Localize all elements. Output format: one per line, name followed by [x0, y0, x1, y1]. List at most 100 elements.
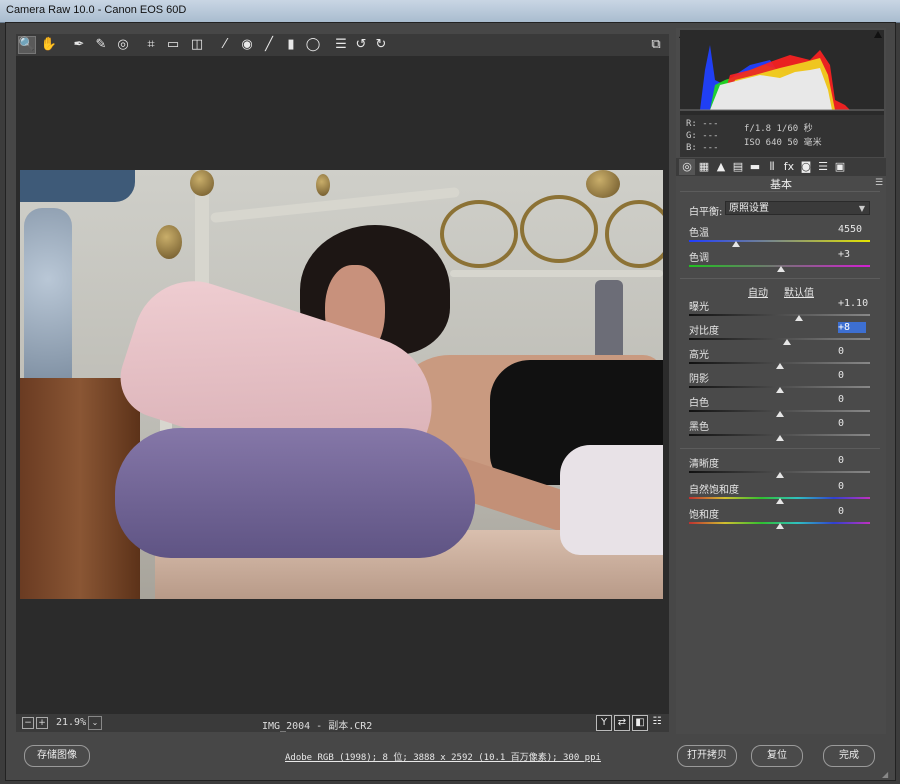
- rotate-right-tool[interactable]: ↻: [372, 36, 390, 54]
- blacks-label: 黑色: [689, 422, 709, 433]
- clarity-value-field[interactable]: 0: [838, 455, 866, 466]
- tab-split-toning[interactable]: ▬: [747, 159, 763, 175]
- saturation-value-field[interactable]: 0: [838, 506, 866, 517]
- photo-brass-knob: [156, 225, 182, 259]
- photo-brass-knob: [586, 170, 620, 198]
- photo-preview[interactable]: [20, 170, 663, 599]
- photo-brass-knob: [316, 174, 330, 196]
- r-readout: R: ---: [686, 119, 719, 129]
- blacks-slider-thumb[interactable]: [775, 435, 784, 441]
- tab-camera-calibration[interactable]: ◙: [798, 159, 814, 175]
- photo-lampshade: [20, 170, 135, 202]
- color-sampler-tool[interactable]: ✎: [92, 36, 110, 54]
- tab-hsl[interactable]: ▤: [730, 159, 746, 175]
- transform-icon: ◫: [190, 37, 204, 52]
- tab-lens-corrections[interactable]: ⦀: [764, 159, 780, 175]
- tint-slider-thumb[interactable]: [777, 266, 786, 272]
- auto-link[interactable]: 自动: [748, 284, 768, 299]
- reset-button[interactable]: 复位: [751, 745, 803, 767]
- transform-tool[interactable]: ◫: [188, 36, 206, 54]
- toggle-defaults-button[interactable]: ☷: [650, 715, 664, 729]
- magnifier-icon: 🔍: [18, 37, 36, 52]
- white-balance-select[interactable]: 原照设置 ▼: [725, 201, 870, 215]
- rgb-readout: R: --- G: --- B: ---: [686, 118, 719, 154]
- canvas-status-bar: − + 21.9% ⌄ IMG_2004 - 副本.CR2 Y ⇄ ◧ ☷: [16, 714, 669, 732]
- eyedropper-icon: ✒: [73, 37, 85, 52]
- swap-before-after-button[interactable]: ⇄: [614, 715, 630, 731]
- photo-brass-scroll: [440, 200, 518, 268]
- fullscreen-toggle-icon[interactable]: ⧉: [647, 36, 665, 54]
- highlights-value-field[interactable]: 0: [838, 346, 866, 357]
- panel-tabs: ◎ ▦ ▲ ▤ ▬ ⦀ fx ◙ ☰ ▣: [676, 158, 886, 176]
- shadows-value-field[interactable]: 0: [838, 370, 866, 381]
- before-after-y-button[interactable]: Y: [596, 715, 612, 731]
- clarity-label: 清晰度: [689, 459, 719, 470]
- eye-icon: ◉: [241, 37, 253, 52]
- zoom-dropdown[interactable]: ⌄: [88, 716, 102, 730]
- hand-tool[interactable]: ✋: [40, 36, 58, 54]
- vibrance-value-field[interactable]: 0: [838, 481, 866, 492]
- ellipse-icon: ◯: [305, 37, 321, 52]
- copy-settings-button[interactable]: ◧: [632, 715, 648, 731]
- gradient-icon: ▮: [287, 37, 295, 52]
- straighten-tool[interactable]: ▭: [164, 36, 182, 54]
- white-balance-tool[interactable]: ✒: [70, 36, 88, 54]
- tint-label: 色调: [689, 253, 709, 264]
- spot-removal-tool[interactable]: ⁄: [216, 36, 234, 54]
- saturation-slider-thumb[interactable]: [775, 523, 784, 529]
- resize-grip-icon[interactable]: ◢: [882, 770, 892, 780]
- crop-icon: ⌗: [147, 37, 155, 52]
- temp-slider-thumb[interactable]: [732, 241, 741, 247]
- tab-presets[interactable]: ☰: [815, 159, 831, 175]
- tab-tone-curve[interactable]: ▦: [696, 159, 712, 175]
- targeted-adjustment-tool[interactable]: ◎: [114, 36, 132, 54]
- clarity-slider-thumb[interactable]: [775, 472, 784, 478]
- list-icon: ☰: [335, 37, 347, 52]
- whites-slider-thumb[interactable]: [775, 411, 784, 417]
- radial-filter-tool[interactable]: ◯: [304, 36, 322, 54]
- shadows-slider-thumb[interactable]: [775, 387, 784, 393]
- save-image-button[interactable]: 存储图像: [24, 745, 90, 767]
- panel-menu-icon[interactable]: ☰: [875, 178, 883, 188]
- tint-value-field[interactable]: +3: [838, 249, 866, 260]
- file-name: IMG_2004 - 副本.CR2: [262, 721, 373, 732]
- rotate-ccw-icon: ↺: [355, 37, 367, 52]
- histogram-clipping-highlight-icon[interactable]: [874, 31, 882, 38]
- adjustment-brush-tool[interactable]: ╱: [260, 36, 278, 54]
- temp-slider-track[interactable]: [689, 240, 870, 242]
- contrast-slider-thumb[interactable]: [782, 339, 791, 345]
- zoom-tool[interactable]: 🔍: [18, 36, 36, 54]
- highlights-slider-thumb[interactable]: [775, 363, 784, 369]
- open-copy-button[interactable]: 打开拷贝: [677, 745, 737, 767]
- graduated-filter-tool[interactable]: ▮: [282, 36, 300, 54]
- exposure-slider-track[interactable]: [689, 314, 870, 316]
- tab-detail[interactable]: ▲: [713, 159, 729, 175]
- red-eye-tool[interactable]: ◉: [238, 36, 256, 54]
- contrast-slider-track[interactable]: [689, 338, 870, 340]
- title-bar: Camera Raw 10.0 - Canon EOS 60D: [0, 0, 900, 23]
- workflow-options-link[interactable]: Adobe RGB (1998); 8 位; 3888 x 2592 (10.1…: [285, 750, 601, 763]
- crop-tool[interactable]: ⌗: [142, 36, 160, 54]
- camera-readouts: R: --- G: --- B: --- f/1.8 1/60 秒 ISO 64…: [680, 115, 884, 157]
- divider: [680, 448, 880, 449]
- contrast-value-field[interactable]: +8: [838, 322, 866, 333]
- tab-basic[interactable]: ◎: [679, 159, 695, 175]
- temp-value-field[interactable]: 4550: [838, 224, 866, 235]
- rotate-left-tool[interactable]: ↺: [352, 36, 370, 54]
- rotate-cw-icon: ↻: [375, 37, 387, 52]
- zoom-in-button[interactable]: +: [36, 717, 48, 729]
- brush-icon: ╱: [265, 37, 273, 52]
- vibrance-slider-thumb[interactable]: [775, 498, 784, 504]
- exposure-slider-thumb[interactable]: [795, 315, 804, 321]
- zoom-out-button[interactable]: −: [22, 717, 34, 729]
- divider: [680, 278, 880, 279]
- blacks-value-field[interactable]: 0: [838, 418, 866, 429]
- exposure-value-field[interactable]: +1.10: [838, 298, 868, 309]
- tab-snapshots[interactable]: ▣: [832, 159, 848, 175]
- preferences-tool[interactable]: ☰: [332, 36, 350, 54]
- done-button[interactable]: 完成: [823, 745, 875, 767]
- image-canvas[interactable]: [16, 56, 669, 714]
- default-link[interactable]: 默认值: [784, 284, 814, 299]
- tab-effects[interactable]: fx: [781, 159, 797, 175]
- whites-value-field[interactable]: 0: [838, 394, 866, 405]
